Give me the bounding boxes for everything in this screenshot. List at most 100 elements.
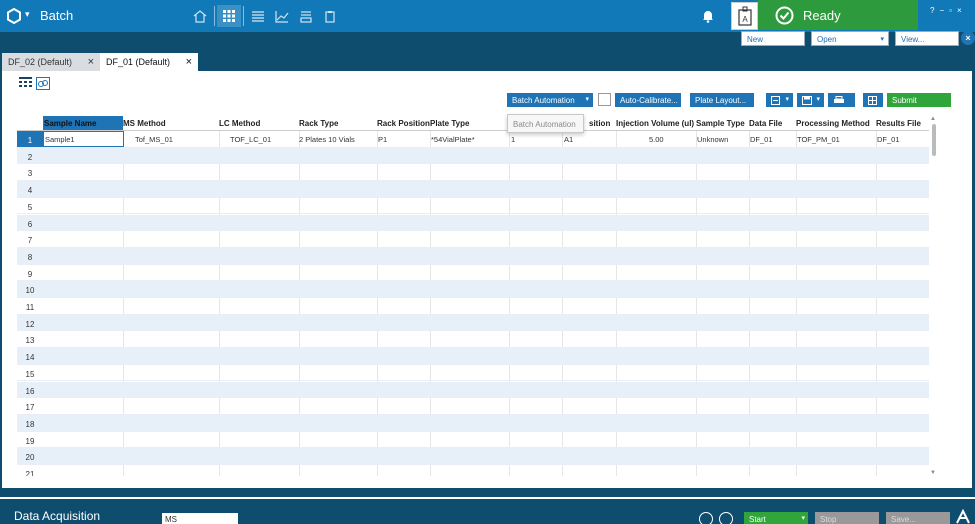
table-row[interactable]: 7 [17,231,929,248]
open-button[interactable]: Open ▾ [811,31,889,46]
check-circle-icon [775,6,794,25]
batch-automation-menu-item[interactable]: Batch Automation [507,114,584,133]
table-row[interactable]: 3 [17,164,929,182]
close-icon[interactable]: × [961,31,975,45]
start-button[interactable]: Start ▾ [744,512,808,524]
save-batch-button[interactable]: ▾ [797,93,824,107]
col-rack-position[interactable]: Rack Position [377,119,430,128]
queue-status-icon[interactable] [699,512,713,524]
table-row[interactable]: 15 [17,365,929,382]
col-lc-method[interactable]: LC Method [219,119,260,128]
scroll-up-icon[interactable]: ▲ [930,116,936,122]
submit-button[interactable]: Submit [887,93,951,107]
table-row[interactable]: 17 [17,398,929,415]
rack-type-cell[interactable]: 2 Plates 10 Vials [299,135,355,144]
vertical-scrollbar[interactable]: ▲ ▼ [929,116,939,476]
table-row[interactable]: 20 [17,448,929,465]
table-row[interactable]: 5 [17,198,929,215]
table-row[interactable]: 16 [17,381,929,399]
col-rack-type[interactable]: Rack Type [299,119,338,128]
row-number: 2 [27,152,33,162]
chart-icon[interactable] [270,5,294,27]
insert-table-button[interactable] [863,93,883,107]
close-tab-icon[interactable]: × [88,56,94,68]
col-sample-type[interactable]: Sample Type [696,119,745,128]
home-icon[interactable] [188,5,212,27]
table-row[interactable]: 1 Sample1 Tof_MS_01 TOF_LC_01 2 Plates 1… [17,131,929,148]
grid-icon[interactable] [217,5,241,27]
table-row[interactable]: 11 [17,298,929,315]
col-ms-method[interactable]: MS Method [123,119,166,128]
app-menu-chevron-icon[interactable]: ▾ [25,9,30,20]
view-button[interactable]: View... [895,31,959,46]
table-row[interactable]: 8 [17,247,929,265]
injection-volume-cell[interactable]: 5.00 [649,135,664,144]
instrument-status-icon[interactable] [719,512,733,524]
tab-df02[interactable]: DF_02 (Default) × [2,53,100,71]
table-row[interactable]: 13 [17,331,929,349]
table-row[interactable]: 9 [17,265,929,282]
table-row[interactable]: 21 [17,465,929,476]
table-view-icon[interactable] [19,77,32,90]
table-row[interactable]: 4 [17,181,929,198]
list-icon[interactable] [246,5,270,27]
stop-button[interactable]: Stop [815,512,879,524]
ms-status-field[interactable]: MS [162,513,238,524]
scroll-down-icon[interactable]: ▼ [930,470,936,476]
batch-table: Sample Name MS Method LC Method Rack Typ… [17,116,929,476]
restore-icon[interactable]: ▫ [949,6,952,15]
table-row[interactable]: 19 [17,432,929,449]
table-row[interactable]: 10 [17,281,929,298]
sample-type-cell[interactable]: Unknown [697,135,728,144]
scroll-thumb[interactable] [932,124,936,156]
add-rows-button[interactable]: ▾ [766,93,793,107]
data-file-cell[interactable]: DF_01 [750,135,773,144]
row-number: 20 [25,453,35,463]
bell-icon[interactable] [701,9,715,23]
tab-df01[interactable]: DF_01 (Default) × [100,53,198,71]
table-plus-icon [868,96,877,105]
col-processing-method[interactable]: Processing Method [796,119,870,128]
processing-method-cell[interactable]: TOF_PM_01 [797,135,840,144]
table-row[interactable]: 14 [17,348,929,365]
plate-layout-button[interactable]: Plate Layout... [690,93,754,107]
queue-icon[interactable] [294,5,318,27]
lc-method-cell[interactable]: TOF_LC_01 [230,135,271,144]
auto-calibrate-button[interactable]: Auto-Calibrate... [615,93,681,107]
row-number: 21 [25,470,35,476]
save-button[interactable]: Save... [886,512,950,524]
close-tab-icon[interactable]: × [186,56,192,68]
ms-method-cell[interactable]: Tof_MS_01 [135,135,173,144]
top-bar: ▾ Batch A Ready ? − ▫ × [0,0,975,32]
help-icon[interactable]: ? [930,6,934,15]
table-row[interactable]: 6 [17,214,929,232]
col-plate-type[interactable]: Plate Type [430,119,469,128]
app-logo-icon[interactable] [6,8,22,24]
table-row[interactable]: 2 [17,147,929,165]
batch-automation-button[interactable]: Batch Automation ▾ [507,93,593,107]
chevron-down-icon: ▾ [880,36,884,43]
vial-position-cell[interactable]: A1 [564,135,573,144]
results-file-cell[interactable]: DF_01 [877,135,900,144]
auto-calibrate-checkbox[interactable] [598,93,611,106]
sample-name-cell[interactable]: Sample1 [43,131,124,147]
col-injection-volume[interactable]: Injection Volume (ul) [616,119,694,128]
col-vial-position[interactable]: sition [589,119,610,128]
col-data-file[interactable]: Data File [749,119,782,128]
rack-position-cell[interactable]: P1 [378,135,387,144]
clipboard-icon[interactable] [318,5,342,27]
link-view-icon[interactable] [36,77,50,90]
row-number: 9 [27,269,33,279]
user-badge[interactable]: A [731,2,758,30]
plate-type-cell[interactable]: *54VialPlate* [431,135,475,144]
col-sample-name[interactable]: Sample Name [43,116,123,130]
col-results-file[interactable]: Results File [876,119,921,128]
minimize-icon[interactable]: − [939,6,944,15]
plate-position-cell[interactable]: 1 [511,135,515,144]
table-row[interactable]: 18 [17,414,929,432]
print-button[interactable] [828,93,855,107]
table-row[interactable]: 12 [17,314,929,332]
new-button[interactable]: New [741,31,805,46]
data-acquisition-title: Data Acquisition [14,509,101,523]
close-window-icon[interactable]: × [957,6,962,15]
